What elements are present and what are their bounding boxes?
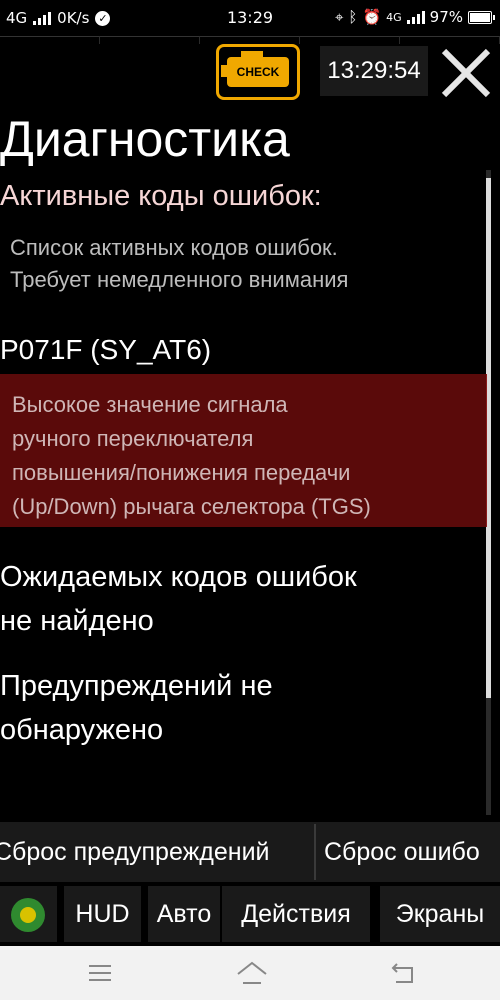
alarm-icon: ⏰ <box>362 8 382 26</box>
location-icon: ⌖ <box>334 8 344 26</box>
divider <box>314 824 316 880</box>
warnings-line: обнаружено <box>0 714 164 746</box>
clock-display: 13:29:54 <box>320 46 428 96</box>
signal-icon-right <box>406 10 425 24</box>
reset-warnings-button[interactable]: Сброс предупреждений <box>0 822 314 882</box>
reset-errors-button[interactable]: Сброс ошибо <box>324 822 500 882</box>
status-dot-icon <box>11 898 45 932</box>
section-heading: Активные коды ошибок: <box>0 180 322 212</box>
bluetooth-icon: ᛒ <box>348 8 358 26</box>
expected-codes-message: Ожидаемых кодов ошибок не найдено <box>0 555 357 643</box>
hud-button[interactable]: HUD <box>64 886 141 942</box>
warnings-line: Предупреждений не <box>0 670 273 702</box>
system-nav-bar <box>0 946 500 1000</box>
toolbar-separator <box>0 36 500 44</box>
menu-icon[interactable] <box>85 958 115 988</box>
error-desc-line: ручного переключателя <box>12 426 254 451</box>
status-bar: 4G 0K/s ✓ 13:29 ⌖ ᛒ ⏰ 4G 97% <box>0 0 500 36</box>
close-button[interactable] <box>438 46 494 100</box>
auto-button[interactable]: Авто <box>148 886 220 942</box>
warnings-message: Предупреждений не обнаружено <box>0 664 273 752</box>
error-description: Высокое значение сигнала ручного переклю… <box>12 388 482 524</box>
reset-buttons-row: Сброс предупреждений Сброс ошибо <box>0 822 500 882</box>
network-type-right: 4G <box>386 10 402 24</box>
section-desc-line: Требует немедленного внимания <box>10 267 349 292</box>
expected-line: Ожидаемых кодов ошибок <box>0 561 357 593</box>
section-description: Список активных кодов ошибок. Требует не… <box>10 232 348 296</box>
home-icon[interactable] <box>235 958 269 988</box>
engine-icon: CHECK <box>221 51 289 87</box>
page-title: Диагностика <box>0 111 290 167</box>
battery-level: 97% <box>429 8 463 26</box>
expected-line: не найдено <box>0 605 154 637</box>
error-desc-line: (Up/Down) рычага селектора (TGS) <box>12 494 371 519</box>
check-engine-label: CHECK <box>236 65 280 79</box>
back-icon[interactable] <box>388 958 418 988</box>
section-desc-line: Список активных кодов ошибок. <box>10 235 338 260</box>
error-desc-line: повышения/понижения передачи <box>12 460 351 485</box>
screens-button[interactable]: Экраны <box>380 886 500 942</box>
actions-button[interactable]: Действия <box>222 886 370 942</box>
bottom-nav: HUD Авто Действия Экраны <box>0 884 500 946</box>
close-icon <box>441 48 491 98</box>
status-indicator-button[interactable] <box>0 886 57 942</box>
error-code: P071F (SY_AT6) <box>0 334 212 365</box>
check-engine-button[interactable]: CHECK <box>216 44 300 100</box>
battery-icon <box>468 10 495 24</box>
error-desc-line: Высокое значение сигнала <box>12 392 288 417</box>
